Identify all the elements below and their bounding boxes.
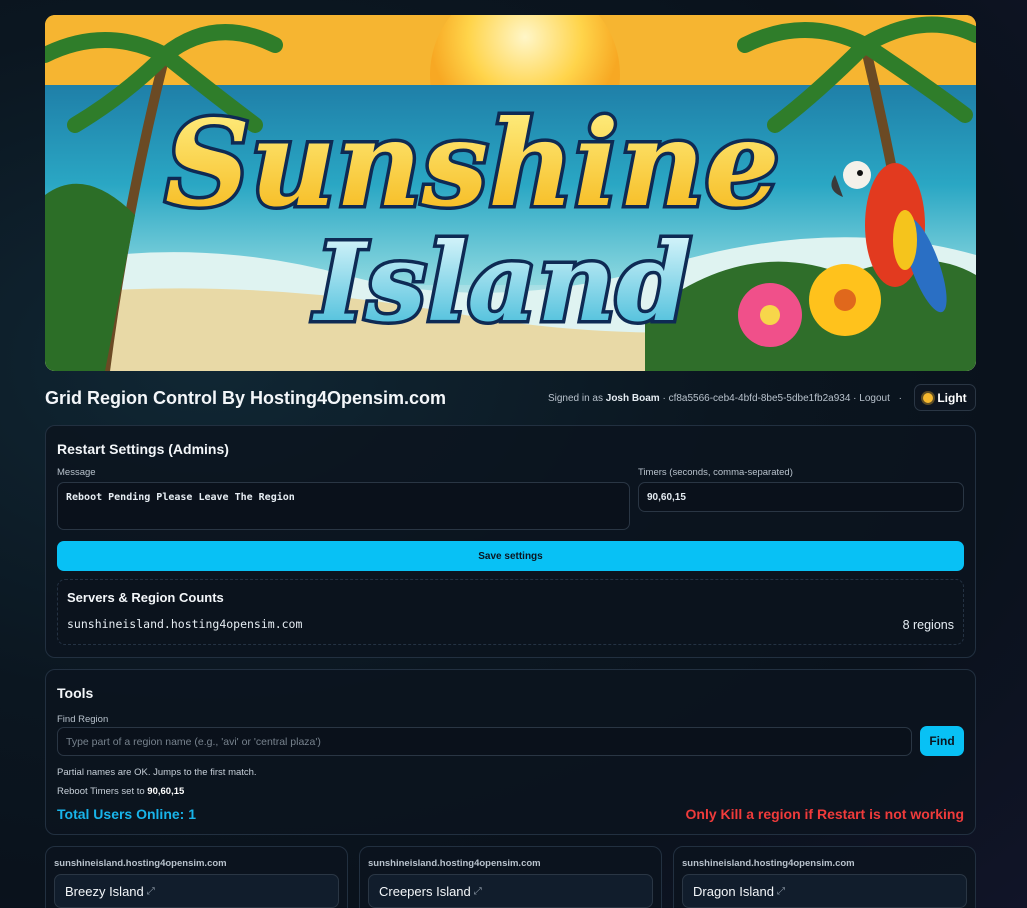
servers-title: Servers & Region Counts <box>67 590 224 605</box>
tools-title: Tools <box>57 685 94 701</box>
signed-in-info: Signed in as Josh Boam · cf8a5566-ceb4-4… <box>547 393 902 404</box>
external-link-icon: ⤢ <box>473 885 482 897</box>
region-name-button[interactable]: Dragon Island ⤢ <box>682 874 967 908</box>
region-card: sunshineisland.hosting4opensim.com Breez… <box>45 846 348 908</box>
region-name: Dragon Island <box>693 883 774 899</box>
region-name: Breezy Island <box>65 883 144 899</box>
region-host: sunshineisland.hosting4opensim.com <box>682 858 855 869</box>
user-id: cf8a5566-ceb4-4bfd-8be5-5dbe1fb2a934 <box>668 393 851 404</box>
banner-image: Sunshine Island <box>45 15 976 371</box>
theme-toggle-button[interactable]: Light <box>914 384 976 411</box>
signed-in-prefix: Signed in as <box>547 393 603 404</box>
user-name: Josh Boam <box>605 393 660 404</box>
banner-title-line2: Island <box>312 220 691 346</box>
region-card: sunshineisland.hosting4opensim.com Creep… <box>359 846 662 908</box>
tools-card: Tools Find Region Type part of a region … <box>45 669 976 835</box>
external-link-icon: ⤢ <box>146 885 155 897</box>
timers-input[interactable]: 90,60,15 <box>638 482 964 512</box>
region-card: sunshineisland.hosting4opensim.com Drago… <box>673 846 976 908</box>
region-host: sunshineisland.hosting4opensim.com <box>368 858 541 869</box>
logout-link[interactable]: Logout <box>859 393 890 404</box>
find-hint: Partial names are OK. Jumps to the first… <box>57 767 257 778</box>
region-name-button[interactable]: Creepers Island ⤢ <box>368 874 653 908</box>
server-host: sunshineisland.hosting4opensim.com <box>67 617 303 631</box>
find-region-input[interactable]: Type part of a region name (e.g., 'avi' … <box>57 727 912 756</box>
region-host: sunshineisland.hosting4opensim.com <box>54 858 227 869</box>
sun-icon <box>923 392 934 403</box>
region-name-button[interactable]: Breezy Island ⤢ <box>54 874 339 908</box>
save-settings-button[interactable]: Save settings <box>57 541 964 571</box>
region-name: Creepers Island <box>379 883 471 899</box>
find-button[interactable]: Find <box>920 726 964 756</box>
timers-label: Timers (seconds, comma-separated) <box>638 467 793 478</box>
reboot-timers-prefix: Reboot Timers set to <box>57 786 145 797</box>
find-region-label: Find Region <box>57 714 109 725</box>
header: Grid Region Control By Hosting4Opensim.c… <box>45 384 976 414</box>
banner-title-line1: Sunshine <box>165 94 780 233</box>
kill-warning: Only Kill a region if Restart is not wor… <box>685 806 964 822</box>
servers-panel: Servers & Region Counts sunshineisland.h… <box>57 579 964 645</box>
restart-settings-title: Restart Settings (Admins) <box>57 441 229 457</box>
message-label: Message <box>57 467 96 478</box>
server-region-count: 8 regions <box>902 618 954 632</box>
reboot-timers-status: Reboot Timers set to 90,60,15 <box>57 786 184 797</box>
external-link-icon: ⤢ <box>776 885 785 897</box>
restart-settings-card: Restart Settings (Admins) Message Reboot… <box>45 425 976 658</box>
total-users-online: Total Users Online: 1 <box>57 806 196 822</box>
page-title: Grid Region Control By Hosting4Opensim.c… <box>45 388 447 408</box>
message-textarea[interactable]: Reboot Pending Please Leave The Region <box>57 482 630 530</box>
theme-toggle-label: Light <box>937 390 967 405</box>
reboot-timers-value: 90,60,15 <box>147 786 185 797</box>
